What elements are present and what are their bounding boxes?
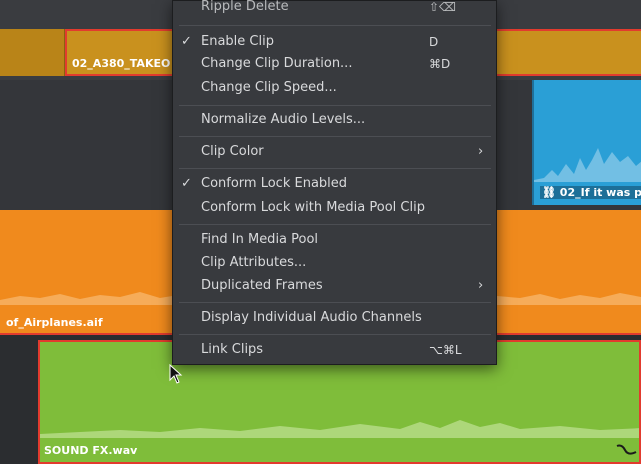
menu-item-conform-lock-enabled[interactable]: ✓ Conform Lock Enabled: [173, 173, 496, 195]
menu-item-normalize-audio[interactable]: Normalize Audio Levels...: [173, 109, 496, 131]
menu-item-ripple-delete[interactable]: Ripple Delete ⇧⌫: [173, 0, 496, 18]
chevron-right-icon: ›: [478, 278, 484, 293]
menu-item-clip-attributes[interactable]: Clip Attributes...: [173, 252, 496, 274]
menu-separator: [179, 136, 491, 137]
menu-item-change-clip-duration[interactable]: Change Clip Duration... ⌘D: [173, 53, 496, 75]
audio-clip-blue[interactable]: ⛓ 02_If it was p: [532, 80, 641, 205]
clip-label-orange: of_Airplanes.aif: [6, 316, 103, 329]
menu-item-change-clip-speed[interactable]: Change Clip Speed...: [173, 77, 496, 99]
clip-label-blue: ⛓ 02_If it was p: [540, 186, 641, 199]
menu-item-clip-color[interactable]: Clip Color ›: [173, 141, 496, 163]
menu-separator: [179, 105, 491, 106]
check-icon: ✓: [181, 176, 192, 191]
video-clip-selected[interactable]: 02_A380_TAKEO: [65, 29, 175, 76]
video-clip-left[interactable]: [0, 29, 65, 76]
clip-label-green: SOUND FX.wav: [44, 444, 138, 457]
menu-item-display-audio-channels[interactable]: Display Individual Audio Channels: [173, 307, 496, 329]
context-menu: Ripple Delete ⇧⌫ ✓ Enable Clip D Change …: [172, 0, 497, 365]
check-icon: ✓: [181, 34, 192, 49]
menu-item-link-clips[interactable]: Link Clips ⌥⌘L: [173, 339, 496, 361]
link-icon: ⛓: [542, 186, 560, 199]
volume-curve-icon: [616, 444, 637, 455]
menu-separator: [179, 168, 491, 169]
menu-separator: [179, 334, 491, 335]
menu-item-duplicated-frames[interactable]: Duplicated Frames ›: [173, 275, 496, 297]
menu-separator: [179, 25, 491, 26]
menu-item-enable-clip[interactable]: ✓ Enable Clip D: [173, 31, 496, 53]
menu-item-find-in-media-pool[interactable]: Find In Media Pool: [173, 229, 496, 251]
mouse-pointer-icon: [169, 364, 183, 384]
clip-label-video: 02_A380_TAKEO: [72, 57, 171, 70]
chevron-right-icon: ›: [478, 144, 484, 159]
menu-separator: [179, 224, 491, 225]
video-clip-right[interactable]: [497, 29, 641, 76]
menu-separator: [179, 302, 491, 303]
menu-item-conform-lock-media-pool[interactable]: Conform Lock with Media Pool Clip: [173, 197, 496, 219]
